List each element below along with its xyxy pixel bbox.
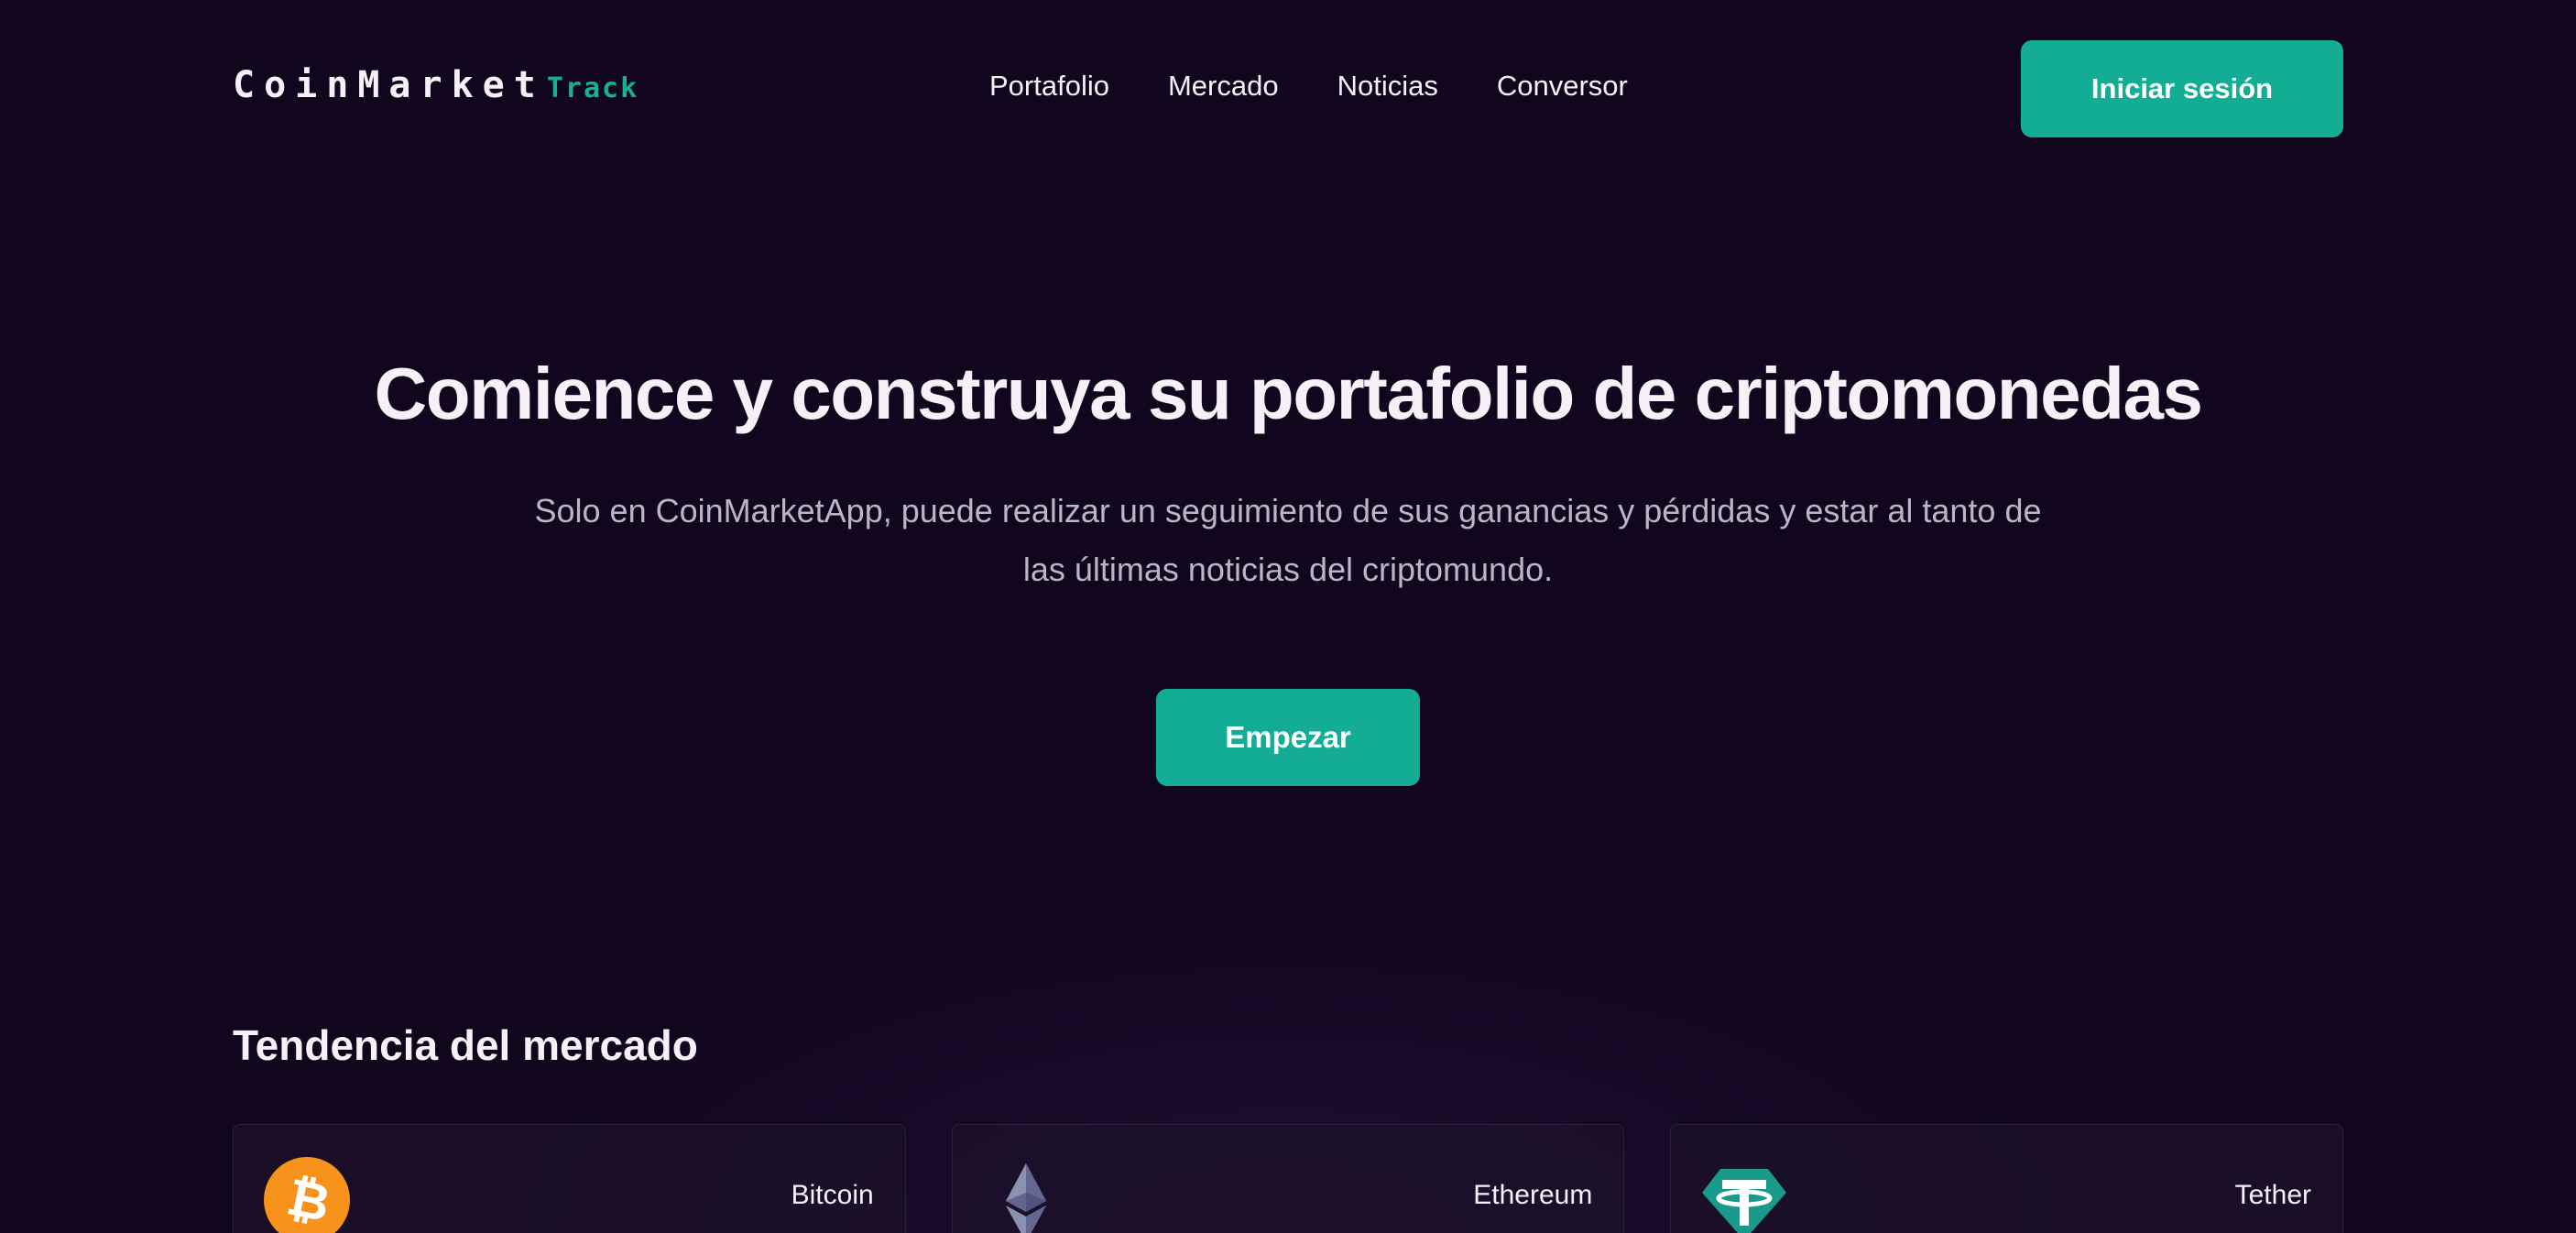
nav-item-portafolio[interactable]: Portafolio <box>989 66 1109 106</box>
main-nav: Portafolio Mercado Noticias Conversor <box>989 66 1628 106</box>
nav-item-mercado[interactable]: Mercado <box>1168 66 1279 106</box>
start-button[interactable]: Empezar <box>1156 689 1420 786</box>
coin-card-bitcoin[interactable]: ₿ Bitcoin <box>233 1124 906 1233</box>
coin-name: Bitcoin <box>791 1180 874 1210</box>
coin-card-ethereum[interactable]: Ethereum <box>951 1124 1625 1233</box>
coin-name: Tether <box>2234 1180 2312 1210</box>
hero-subtitle: Solo en CoinMarketApp, puede realizar un… <box>534 492 2042 588</box>
nav-item-noticias[interactable]: Noticias <box>1337 66 1438 106</box>
brand-name-accent: Track <box>546 72 639 104</box>
hero-title: Comience y construya su portafolio de cr… <box>374 353 2203 434</box>
nav-item-conversor[interactable]: Conversor <box>1497 66 1628 106</box>
top-header: CoinMarket Track Portafolio Mercado Noti… <box>0 0 2576 174</box>
brand-logo[interactable]: CoinMarket Track <box>233 64 639 112</box>
tether-icon <box>1702 1169 1787 1233</box>
coin-card-tether[interactable]: Tether <box>1670 1124 2344 1233</box>
trending-cards: ₿ Bitcoin Ethereum Tether <box>233 1124 2344 1233</box>
brand-name: CoinMarket <box>233 64 545 106</box>
coin-name: Ethereum <box>1473 1180 1593 1210</box>
trending-title: Tendencia del mercado <box>233 1021 698 1069</box>
bitcoin-icon: ₿ <box>264 1157 350 1233</box>
ethereum-icon <box>1005 1163 1046 1233</box>
login-button[interactable]: Iniciar sesión <box>2021 40 2343 137</box>
